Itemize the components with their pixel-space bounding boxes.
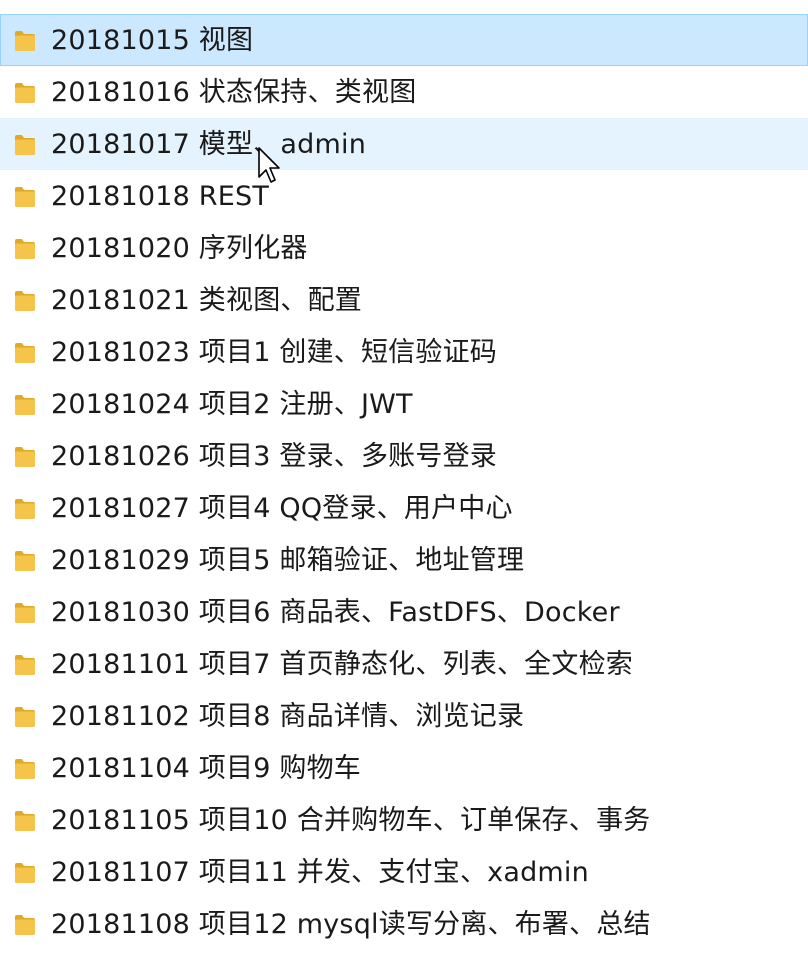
folder-name: 20181023 项目1 创建、短信验证码 [51, 336, 497, 368]
folder-icon [11, 442, 39, 470]
folder-name: 20181105 项目10 合并购物车、订单保存、事务 [51, 804, 651, 836]
list-item[interactable]: 20181105 项目10 合并购物车、订单保存、事务 [0, 794, 808, 846]
folder-icon [11, 650, 39, 678]
folder-name: 20181101 项目7 首页静态化、列表、全文检索 [51, 648, 633, 680]
list-item[interactable]: 20181016 状态保持、类视图 [0, 66, 808, 118]
list-item[interactable]: 20181015 视图 [0, 14, 808, 66]
folder-name: 20181027 项目4 QQ登录、用户中心 [51, 492, 513, 524]
list-item[interactable]: 20181018 REST [0, 170, 808, 222]
list-item[interactable]: 20181107 项目11 并发、支付宝、xadmin [0, 846, 808, 898]
folder-name: 20181021 类视图、配置 [51, 284, 363, 316]
folder-list: 20181015 视图 20181016 状态保持、类视图 20181017 模型、… [0, 0, 808, 964]
folder-icon [11, 598, 39, 626]
folder-name: 20181017 模型、admin [51, 128, 367, 160]
folder-icon [11, 754, 39, 782]
folder-icon [11, 806, 39, 834]
list-item[interactable]: 20181021 类视图、配置 [0, 274, 808, 326]
folder-name: 20181107 项目11 并发、支付宝、xadmin [51, 856, 589, 888]
folder-name: 20181029 项目5 邮箱验证、地址管理 [51, 544, 525, 576]
list-item[interactable]: 20181027 项目4 QQ登录、用户中心 [0, 482, 808, 534]
folder-icon [11, 26, 39, 54]
folder-icon [11, 494, 39, 522]
list-item[interactable]: 20181030 项目6 商品表、FastDFS、Docker [0, 586, 808, 638]
folder-icon [11, 234, 39, 262]
folder-name: 20181030 项目6 商品表、FastDFS、Docker [51, 596, 620, 628]
folder-name: 20181020 序列化器 [51, 232, 308, 264]
folder-name: 20181102 项目8 商品详情、浏览记录 [51, 700, 525, 732]
list-item[interactable]: 20181108 项目12 mysql读写分离、布署、总结 [0, 898, 808, 950]
folder-icon [11, 286, 39, 314]
folder-name: 20181104 项目9 购物车 [51, 752, 361, 784]
folder-name: 20181016 状态保持、类视图 [51, 76, 417, 108]
list-item[interactable]: 20181102 项目8 商品详情、浏览记录 [0, 690, 808, 742]
folder-icon [11, 702, 39, 730]
folder-name: 20181015 视图 [51, 24, 254, 56]
list-item[interactable]: 20181024 项目2 注册、JWT [0, 378, 808, 430]
list-item[interactable]: 20181017 模型、admin [0, 118, 808, 170]
folder-icon [11, 546, 39, 574]
folder-name: 20181026 项目3 登录、多账号登录 [51, 440, 497, 472]
list-item[interactable]: 20181101 项目7 首页静态化、列表、全文检索 [0, 638, 808, 690]
list-item[interactable]: 20181026 项目3 登录、多账号登录 [0, 430, 808, 482]
folder-icon [11, 182, 39, 210]
list-item[interactable]: 20181029 项目5 邮箱验证、地址管理 [0, 534, 808, 586]
folder-icon [11, 78, 39, 106]
folder-name: 20181108 项目12 mysql读写分离、布署、总结 [51, 908, 651, 940]
folder-name: 20181024 项目2 注册、JWT [51, 388, 413, 420]
folder-icon [11, 338, 39, 366]
folder-icon [11, 858, 39, 886]
list-item[interactable]: 20181020 序列化器 [0, 222, 808, 274]
folder-icon [11, 390, 39, 418]
list-item[interactable]: 20181104 项目9 购物车 [0, 742, 808, 794]
folder-icon [11, 910, 39, 938]
folder-name: 20181018 REST [51, 180, 270, 212]
list-item[interactable]: 20181023 项目1 创建、短信验证码 [0, 326, 808, 378]
folder-icon [11, 130, 39, 158]
